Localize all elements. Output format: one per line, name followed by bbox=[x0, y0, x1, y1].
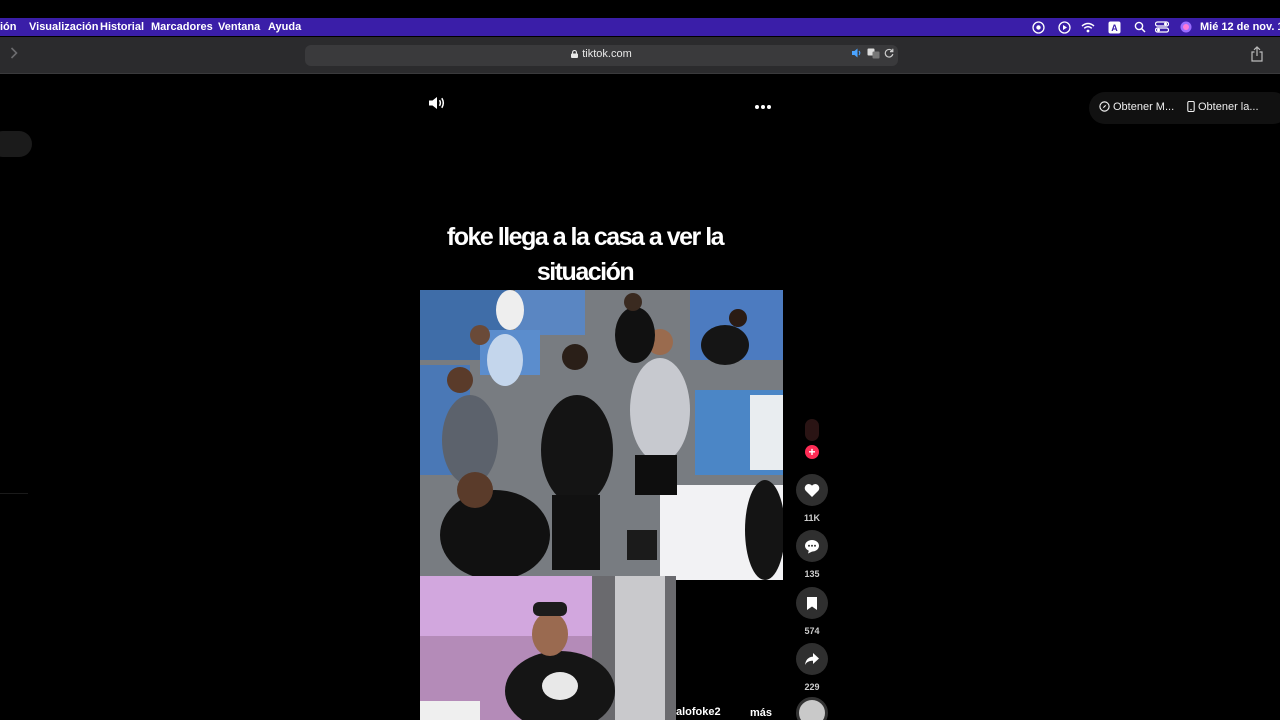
spotlight-search-icon[interactable] bbox=[1132, 19, 1148, 35]
address-bar[interactable]: tiktok.com bbox=[305, 45, 898, 66]
input-source-icon[interactable]: A bbox=[1106, 19, 1122, 35]
get-mobile-app-label: Obtener la... bbox=[1198, 101, 1259, 113]
screen-recording-icon[interactable] bbox=[1030, 19, 1046, 35]
follow-plus-button[interactable]: + bbox=[805, 445, 819, 459]
caption-more-link[interactable]: más bbox=[750, 707, 772, 719]
volume-icon[interactable] bbox=[428, 94, 446, 112]
video-caption: foke llega a la casa a ver la situación bbox=[446, 223, 725, 286]
video-author-username[interactable]: alofoke2 bbox=[676, 706, 721, 718]
comment-icon bbox=[805, 539, 819, 553]
comment-count: 135 bbox=[804, 569, 820, 579]
svg-text:A: A bbox=[1111, 23, 1118, 33]
get-app-bar: Obtener M... Obtener la... bbox=[1089, 92, 1280, 124]
siri-icon[interactable] bbox=[1178, 19, 1194, 35]
tiktok-page: Obtener M... Obtener la... foke llega a … bbox=[0, 74, 1280, 720]
lock-icon bbox=[571, 50, 579, 58]
like-count: 11K bbox=[803, 513, 820, 523]
forward-chevron-icon[interactable] bbox=[10, 46, 26, 62]
video-frame-room bbox=[420, 290, 783, 580]
bookmark-count: 574 bbox=[804, 626, 820, 636]
phone-icon bbox=[1187, 100, 1195, 113]
macos-menu-bar: ión Visualización Historial Marcadores V… bbox=[0, 0, 1280, 37]
left-sidebar-pill[interactable] bbox=[0, 131, 32, 157]
share-icon[interactable] bbox=[1250, 46, 1266, 64]
translate-icon[interactable] bbox=[867, 48, 880, 62]
wifi-icon[interactable] bbox=[1080, 19, 1096, 35]
share-button[interactable] bbox=[796, 643, 828, 675]
streamer-camera-overlay bbox=[420, 576, 676, 720]
get-mobile-app-button[interactable]: Obtener la... bbox=[1187, 100, 1259, 113]
get-desktop-app-label: Obtener M... bbox=[1113, 101, 1175, 113]
share-arrow-icon bbox=[805, 653, 819, 665]
more-options-icon[interactable] bbox=[754, 98, 772, 109]
menu-item-marcadores[interactable]: Marcadores bbox=[151, 19, 213, 35]
control-center-icon[interactable] bbox=[1154, 19, 1170, 35]
url-display: tiktok.com bbox=[305, 48, 898, 60]
get-desktop-app-button[interactable]: Obtener M... bbox=[1099, 101, 1174, 113]
bookmark-icon bbox=[807, 596, 817, 610]
menu-item-visualizacion[interactable]: Visualización bbox=[29, 19, 99, 35]
bookmark-button[interactable] bbox=[796, 587, 828, 619]
menu-item-ayuda[interactable]: Ayuda bbox=[268, 19, 301, 35]
play-circle-icon[interactable] bbox=[1056, 19, 1072, 35]
menu-item-edicion[interactable]: ión bbox=[0, 19, 17, 35]
menu-item-ventana[interactable]: Ventana bbox=[218, 19, 260, 35]
comment-button[interactable] bbox=[796, 530, 828, 562]
music-disc-icon[interactable] bbox=[796, 697, 828, 720]
menu-item-historial[interactable]: Historial bbox=[100, 19, 144, 35]
url-text: tiktok.com bbox=[582, 48, 632, 60]
left-divider bbox=[0, 493, 28, 494]
heart-icon bbox=[804, 483, 820, 497]
compass-icon bbox=[1099, 101, 1110, 112]
reload-icon[interactable] bbox=[883, 48, 895, 62]
share-count: 229 bbox=[804, 682, 820, 692]
author-avatar[interactable] bbox=[805, 419, 819, 441]
menu-bar-clock[interactable]: Mié 12 de nov. 12 bbox=[1200, 19, 1280, 35]
video-actions-column: + 11K 135 574 229 bbox=[795, 419, 829, 720]
like-button[interactable] bbox=[796, 474, 828, 506]
video-player[interactable]: foke llega a la casa a ver la situación bbox=[420, 214, 783, 720]
speaker-wave-icon[interactable] bbox=[851, 48, 863, 62]
browser-toolbar: tiktok.com bbox=[0, 37, 1280, 74]
